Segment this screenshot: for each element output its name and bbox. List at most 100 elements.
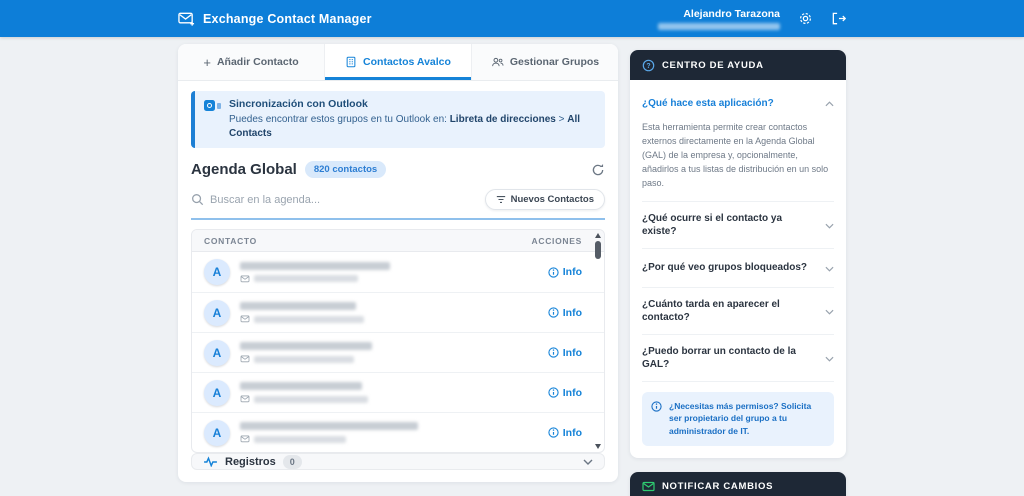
contacts-card: + Añadir Contacto Contactos Avalco Gesti… [178, 44, 618, 482]
envelope-icon [240, 315, 250, 323]
tab-label: Contactos Avalco [363, 56, 451, 68]
plus-icon: + [203, 56, 211, 69]
table-row: A Info [192, 252, 604, 292]
tab-gestionar-grupos[interactable]: Gestionar Grupos [472, 44, 618, 80]
contact-email-redacted [254, 436, 346, 443]
envelope-icon [240, 275, 250, 283]
agenda-title: Agenda Global [191, 161, 297, 178]
scroll-up-arrow[interactable] [595, 233, 601, 238]
notify-title: NOTIFICAR CAMBIOS [662, 481, 773, 492]
table-row: A Info [192, 292, 604, 332]
avatar: A [204, 300, 230, 326]
mail-plus-icon [178, 11, 195, 27]
chevron-down-icon [825, 216, 834, 234]
refresh-icon [591, 163, 605, 177]
chevron-down-icon [825, 349, 834, 367]
chevron-down-icon [825, 259, 834, 277]
avatar: A [204, 380, 230, 406]
logout-button[interactable] [831, 11, 846, 26]
tab-contactos-avalco[interactable]: Contactos Avalco [325, 44, 472, 80]
envelope-green-icon [642, 481, 655, 492]
outlook-sync-alert: Sincronización con Outlook Puedes encont… [191, 91, 605, 148]
contact-email-redacted [254, 396, 368, 403]
faq-answer: Esta herramienta permite crear contactos… [642, 121, 834, 191]
table-scrollbar[interactable] [594, 233, 602, 449]
faq-item: ¿Por qué veo grupos bloqueados? [642, 249, 834, 288]
settings-button[interactable] [798, 11, 813, 26]
tab-label: Añadir Contacto [217, 56, 299, 68]
user-name: Alejandro Tarazona [683, 8, 780, 20]
contact-email-redacted [254, 356, 354, 363]
faq-item: ¿Cuánto tarda en aparecer el contacto? [642, 288, 834, 335]
registros-toggle[interactable]: Registros 0 [191, 453, 605, 470]
tab-bar: + Añadir Contacto Contactos Avalco Gesti… [178, 44, 618, 81]
filter-button-label: Nuevos Contactos [511, 194, 594, 205]
table-row: A Info [192, 412, 604, 452]
faq-question[interactable]: ¿Qué hace esta aplicación? [642, 94, 834, 112]
svg-text:?: ? [646, 63, 650, 70]
info-circle-icon [548, 427, 559, 438]
contact-name-redacted [240, 342, 372, 350]
envelope-icon [240, 395, 250, 403]
registros-count-badge: 0 [283, 455, 302, 469]
faq-question[interactable]: ¿Puedo borrar un contacto de la GAL? [642, 345, 834, 371]
contact-email-redacted [254, 316, 364, 323]
contact-name-redacted [240, 382, 362, 390]
info-circle-icon [651, 401, 662, 438]
contact-name-redacted [240, 262, 390, 270]
faq-item: ¿Qué hace esta aplicación? Esta herramie… [642, 84, 834, 202]
info-button[interactable]: Info [548, 347, 582, 359]
tip-text: ¿Necesitas más permisos? Solicita ser pr… [669, 400, 825, 438]
info-button[interactable]: Info [548, 307, 582, 319]
scroll-thumb[interactable] [595, 241, 601, 259]
contact-email-redacted [254, 275, 358, 282]
faq-item: ¿Qué ocurre si el contacto ya existe? [642, 202, 834, 249]
app-brand: Exchange Contact Manager [178, 11, 372, 27]
column-contact: CONTACTO [204, 236, 257, 246]
info-button[interactable]: Info [548, 266, 582, 278]
logout-icon [831, 11, 846, 26]
outlook-icon [204, 100, 221, 112]
notify-panel: NOTIFICAR CAMBIOS ¿Has realizado cambios… [630, 472, 846, 496]
help-center-header: ? CENTRO DE AYUDA [630, 50, 846, 80]
search-box [191, 193, 477, 206]
tab-label: Gestionar Grupos [510, 56, 599, 68]
faq-list: ¿Qué hace esta aplicación? Esta herramie… [630, 80, 846, 458]
activity-icon [203, 456, 218, 467]
user-email-redacted [658, 23, 780, 30]
info-button[interactable]: Info [548, 387, 582, 399]
contact-name-redacted [240, 302, 356, 310]
registros-label: Registros [225, 456, 276, 468]
help-center-title: CENTRO DE AYUDA [662, 60, 764, 71]
scroll-down-arrow[interactable] [595, 444, 601, 449]
chevron-down-icon [583, 459, 593, 465]
refresh-button[interactable] [591, 163, 605, 177]
building-icon [345, 56, 357, 68]
table-row: A Info [192, 372, 604, 412]
tab-anadir-contacto[interactable]: + Añadir Contacto [178, 44, 325, 80]
faq-question[interactable]: ¿Cuánto tarda en aparecer el contacto? [642, 298, 834, 324]
app-header: Exchange Contact Manager Alejandro Taraz… [0, 0, 1024, 37]
avatar: A [204, 340, 230, 366]
faq-question[interactable]: ¿Qué ocurre si el contacto ya existe? [642, 212, 834, 238]
info-button[interactable]: Info [548, 427, 582, 439]
search-input[interactable] [210, 194, 477, 206]
avatar: A [204, 420, 230, 446]
faq-question[interactable]: ¿Por qué veo grupos bloqueados? [642, 259, 834, 277]
help-circle-icon: ? [642, 59, 655, 72]
info-circle-icon [548, 347, 559, 358]
chevron-up-icon [825, 94, 834, 112]
help-center-panel: ? CENTRO DE AYUDA ¿Qué hace esta aplicac… [630, 50, 846, 458]
info-circle-icon [548, 387, 559, 398]
table-header: CONTACTO ACCIONES [192, 230, 604, 252]
envelope-icon [240, 435, 250, 443]
gear-icon [798, 11, 813, 26]
sync-alert-title: Sincronización con Outlook [229, 98, 595, 110]
new-contacts-filter-button[interactable]: Nuevos Contactos [485, 189, 605, 210]
contact-rows: A Info A [192, 252, 604, 452]
permissions-tip: ¿Necesitas más permisos? Solicita ser pr… [642, 392, 834, 446]
people-icon [491, 56, 504, 68]
contact-table: CONTACTO ACCIONES A Info A [191, 229, 605, 453]
notify-header: NOTIFICAR CAMBIOS [630, 472, 846, 496]
sync-alert-body: Puedes encontrar estos grupos en tu Outl… [229, 113, 595, 140]
